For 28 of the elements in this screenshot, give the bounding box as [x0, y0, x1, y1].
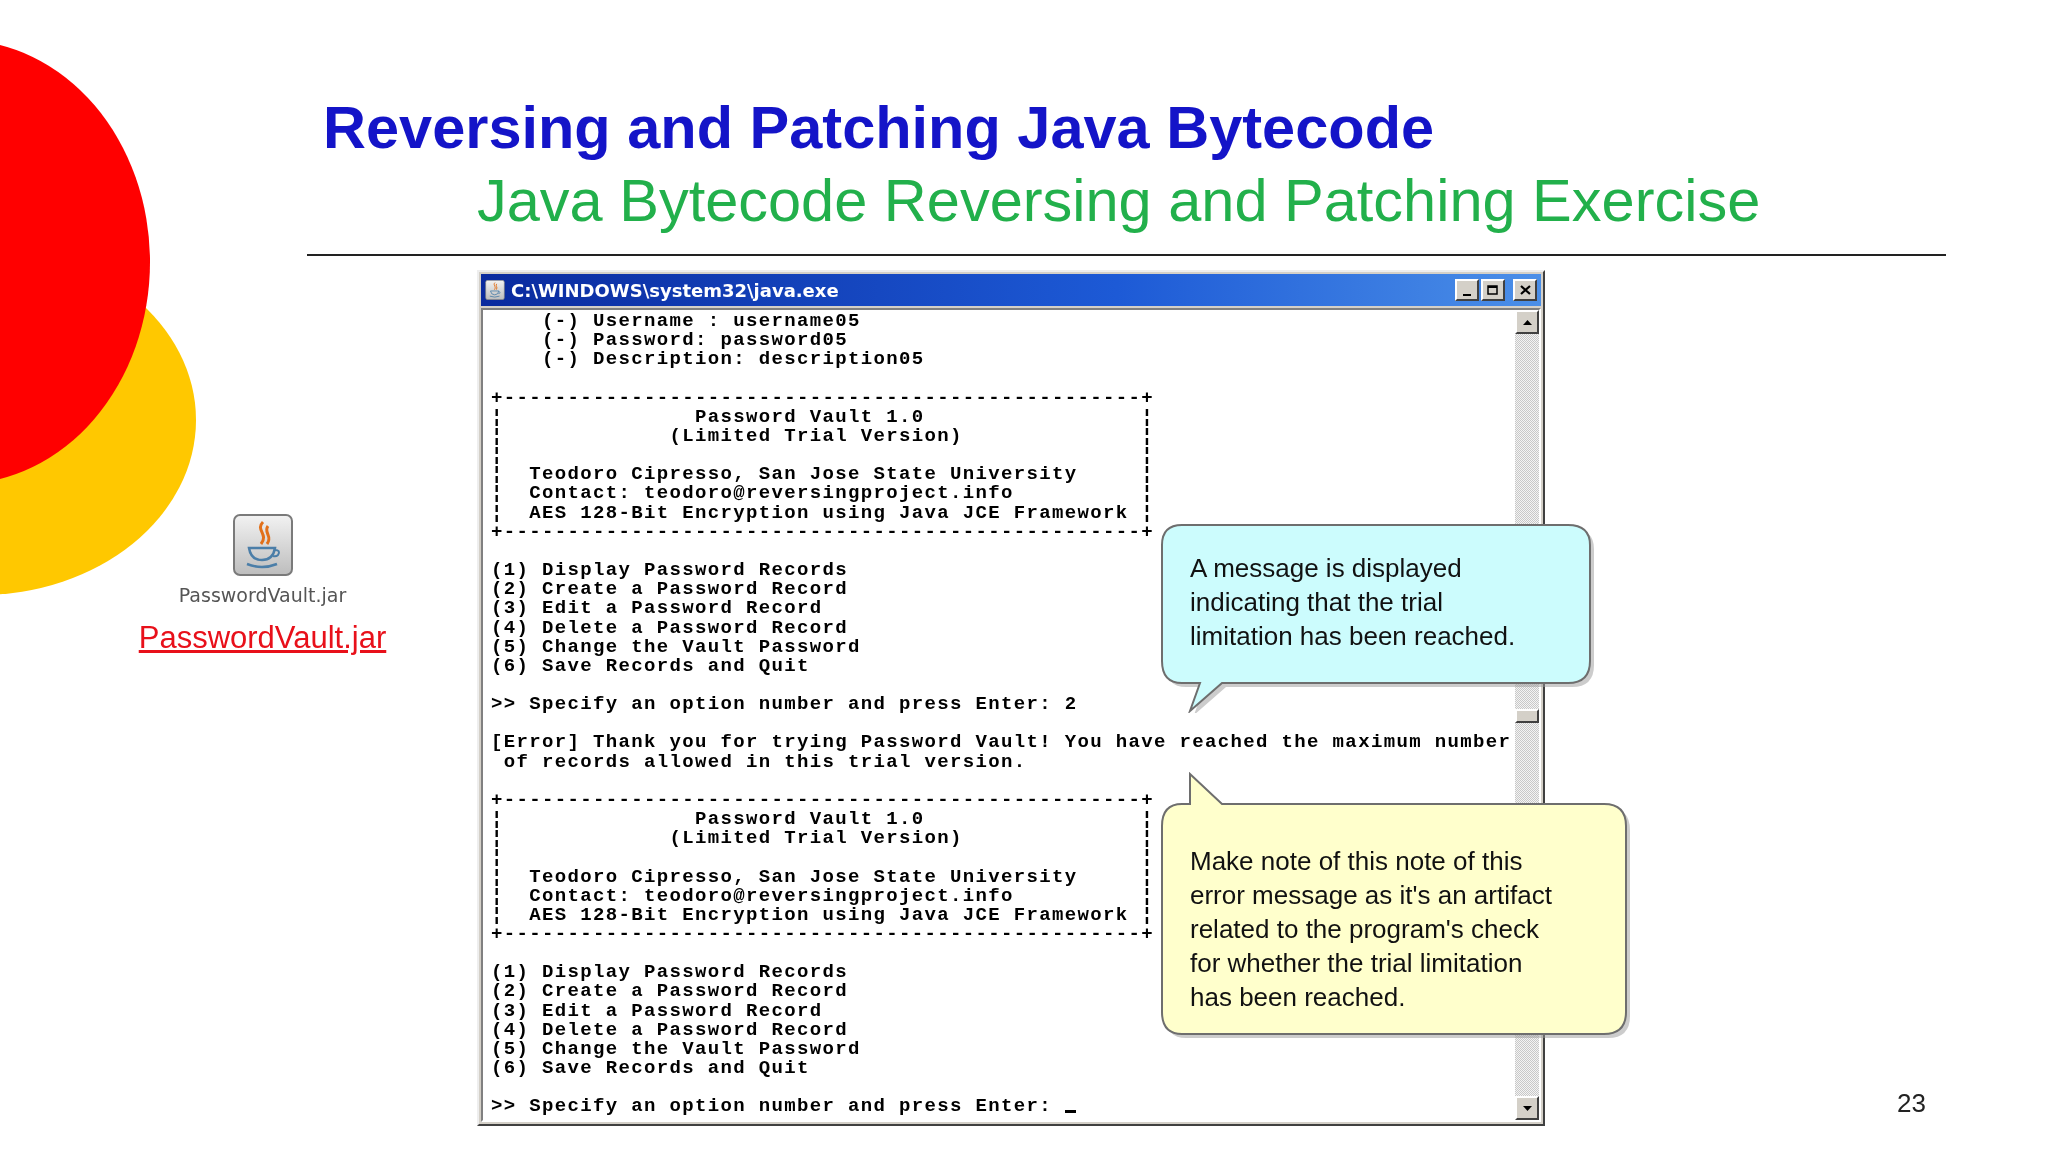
- text-cursor: [1064, 1110, 1076, 1114]
- page-number: 23: [1897, 1088, 1926, 1119]
- maximize-icon: [1487, 284, 1499, 296]
- scroll-up-button[interactable]: [1515, 310, 1539, 334]
- coffee-cup-icon[interactable]: [232, 514, 293, 576]
- console-line: +--------------------------------------------------+: [491, 923, 1155, 945]
- console-line: +--------------------------------------------------+: [491, 788, 1155, 811]
- slide-title: Reversing and Patching Java Bytecode: [323, 93, 1436, 163]
- file-link[interactable]: PasswordVault.jar: [138, 620, 387, 656]
- maximize-button[interactable]: [1481, 279, 1505, 301]
- console-line: (6) Save Records and Quit: [491, 1057, 810, 1080]
- console-prompt: >> Specify an option number and press Enter:: [491, 1095, 1054, 1118]
- file-label: PasswordVault.jar: [178, 584, 347, 606]
- coffee-cup-icon: [485, 280, 505, 300]
- callout-text: Make note of this note of this error message as it's an artifact related to the program's check for whether the trial limitation has been reached.: [1190, 845, 1553, 1014]
- console-line: >> Specify an option number and press Enter: 2: [491, 693, 1078, 716]
- up-arrow-icon: [1522, 319, 1532, 325]
- close-button[interactable]: [1513, 279, 1537, 301]
- minimize-button[interactable]: [1455, 279, 1479, 301]
- console-line: (-) Username : username05: [541, 310, 861, 332]
- close-icon: [1519, 285, 1531, 295]
- callout-text: A message is displayed indicating that the trial limitation has been reached.: [1190, 552, 1517, 653]
- down-arrow-icon: [1522, 1105, 1532, 1111]
- minimize-icon: [1463, 293, 1471, 296]
- slide-subtitle: Java Bytecode Reversing and Patching Exercise: [477, 166, 1762, 236]
- window-title: C:\WINDOWS\system32\java.exe: [511, 279, 840, 301]
- scroll-down-button[interactable]: [1515, 1096, 1539, 1120]
- scrollbar-thumb[interactable]: [1515, 709, 1539, 723]
